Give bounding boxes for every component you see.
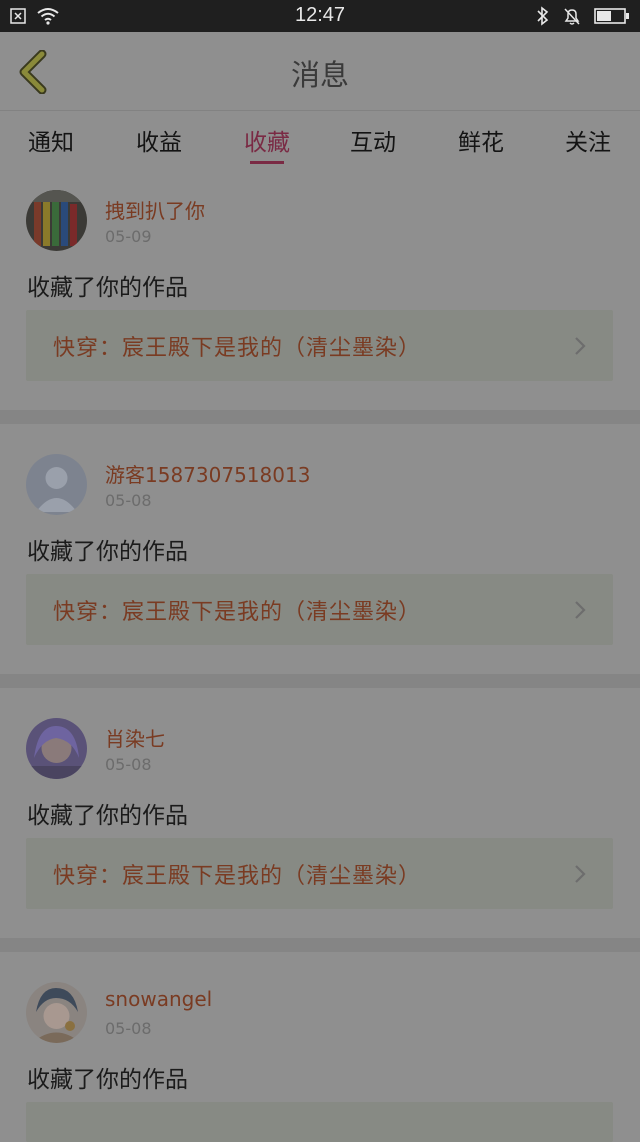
- status-bar: 12:47: [0, 0, 640, 32]
- divider: [0, 938, 640, 952]
- avatar[interactable]: [26, 190, 87, 251]
- chevron-right-icon: [575, 601, 586, 619]
- bluetooth-icon: [536, 6, 550, 26]
- timestamp: 05-08: [105, 1019, 152, 1038]
- activity-text: 收藏了你的作品: [27, 275, 188, 301]
- pencils-avatar-icon: [26, 190, 87, 251]
- divider: [0, 674, 640, 688]
- work-link[interactable]: 快穿：宸王殿下是我的（清尘墨染）: [26, 838, 613, 909]
- username[interactable]: 肖染七: [105, 723, 165, 752]
- default-user-icon: [26, 454, 87, 515]
- avatar[interactable]: [26, 982, 87, 1043]
- timestamp: 05-09: [105, 227, 152, 246]
- tab-following[interactable]: 关注: [548, 123, 628, 157]
- work-title: 快穿：宸王殿下是我的（清尘墨染）: [53, 600, 422, 625]
- activity-text: 收藏了你的作品: [27, 539, 188, 565]
- timestamp: 05-08: [105, 491, 152, 510]
- avatar[interactable]: [26, 454, 87, 515]
- username[interactable]: 游客1587307518013: [105, 459, 310, 488]
- mute-bell-icon: [562, 6, 582, 26]
- tab-earnings[interactable]: 收益: [119, 123, 199, 157]
- app-header: 消息: [0, 32, 640, 111]
- avatar[interactable]: [26, 718, 87, 779]
- tab-interactions[interactable]: 互动: [333, 123, 413, 157]
- battery-icon: [594, 7, 630, 25]
- tab-notifications[interactable]: 通知: [11, 123, 91, 157]
- work-link[interactable]: 快穿：宸王殿下是我的（清尘墨染）: [26, 310, 613, 381]
- girl-photo-icon: [26, 718, 87, 779]
- list-item: snowangel 05-08 收藏了你的作品: [0, 964, 640, 1142]
- divider: [0, 410, 640, 424]
- list-item: 肖染七 05-08 收藏了你的作品 快穿：宸王殿下是我的（清尘墨染）: [0, 700, 640, 950]
- timestamp: 05-08: [105, 755, 152, 774]
- chevron-right-icon: [575, 337, 586, 355]
- chevron-right-icon: [575, 865, 586, 883]
- list-item: 拽到扒了你 05-09 收藏了你的作品 快穿：宸王殿下是我的（清尘墨染）: [0, 172, 640, 422]
- activity-text: 收藏了你的作品: [27, 1067, 188, 1093]
- tab-flowers[interactable]: 鲜花: [441, 123, 521, 157]
- page-title: 消息: [290, 58, 349, 92]
- work-title: 快穿：宸王殿下是我的（清尘墨染）: [53, 336, 422, 361]
- work-link[interactable]: [26, 1102, 613, 1142]
- anime-avatar-icon: [26, 982, 87, 1043]
- activity-text: 收藏了你的作品: [27, 803, 188, 829]
- tab-bar: 通知 收益 收藏 互动 鲜花 关注: [0, 111, 640, 171]
- username[interactable]: snowangel: [105, 987, 212, 1011]
- work-link[interactable]: 快穿：宸王殿下是我的（清尘墨染）: [26, 574, 613, 645]
- work-title: 快穿：宸王殿下是我的（清尘墨染）: [53, 864, 422, 889]
- username[interactable]: 拽到扒了你: [105, 195, 205, 224]
- tab-favorites[interactable]: 收藏: [227, 123, 307, 157]
- active-tab-indicator: [250, 161, 284, 164]
- list-item: 游客1587307518013 05-08 收藏了你的作品 快穿：宸王殿下是我的…: [0, 436, 640, 686]
